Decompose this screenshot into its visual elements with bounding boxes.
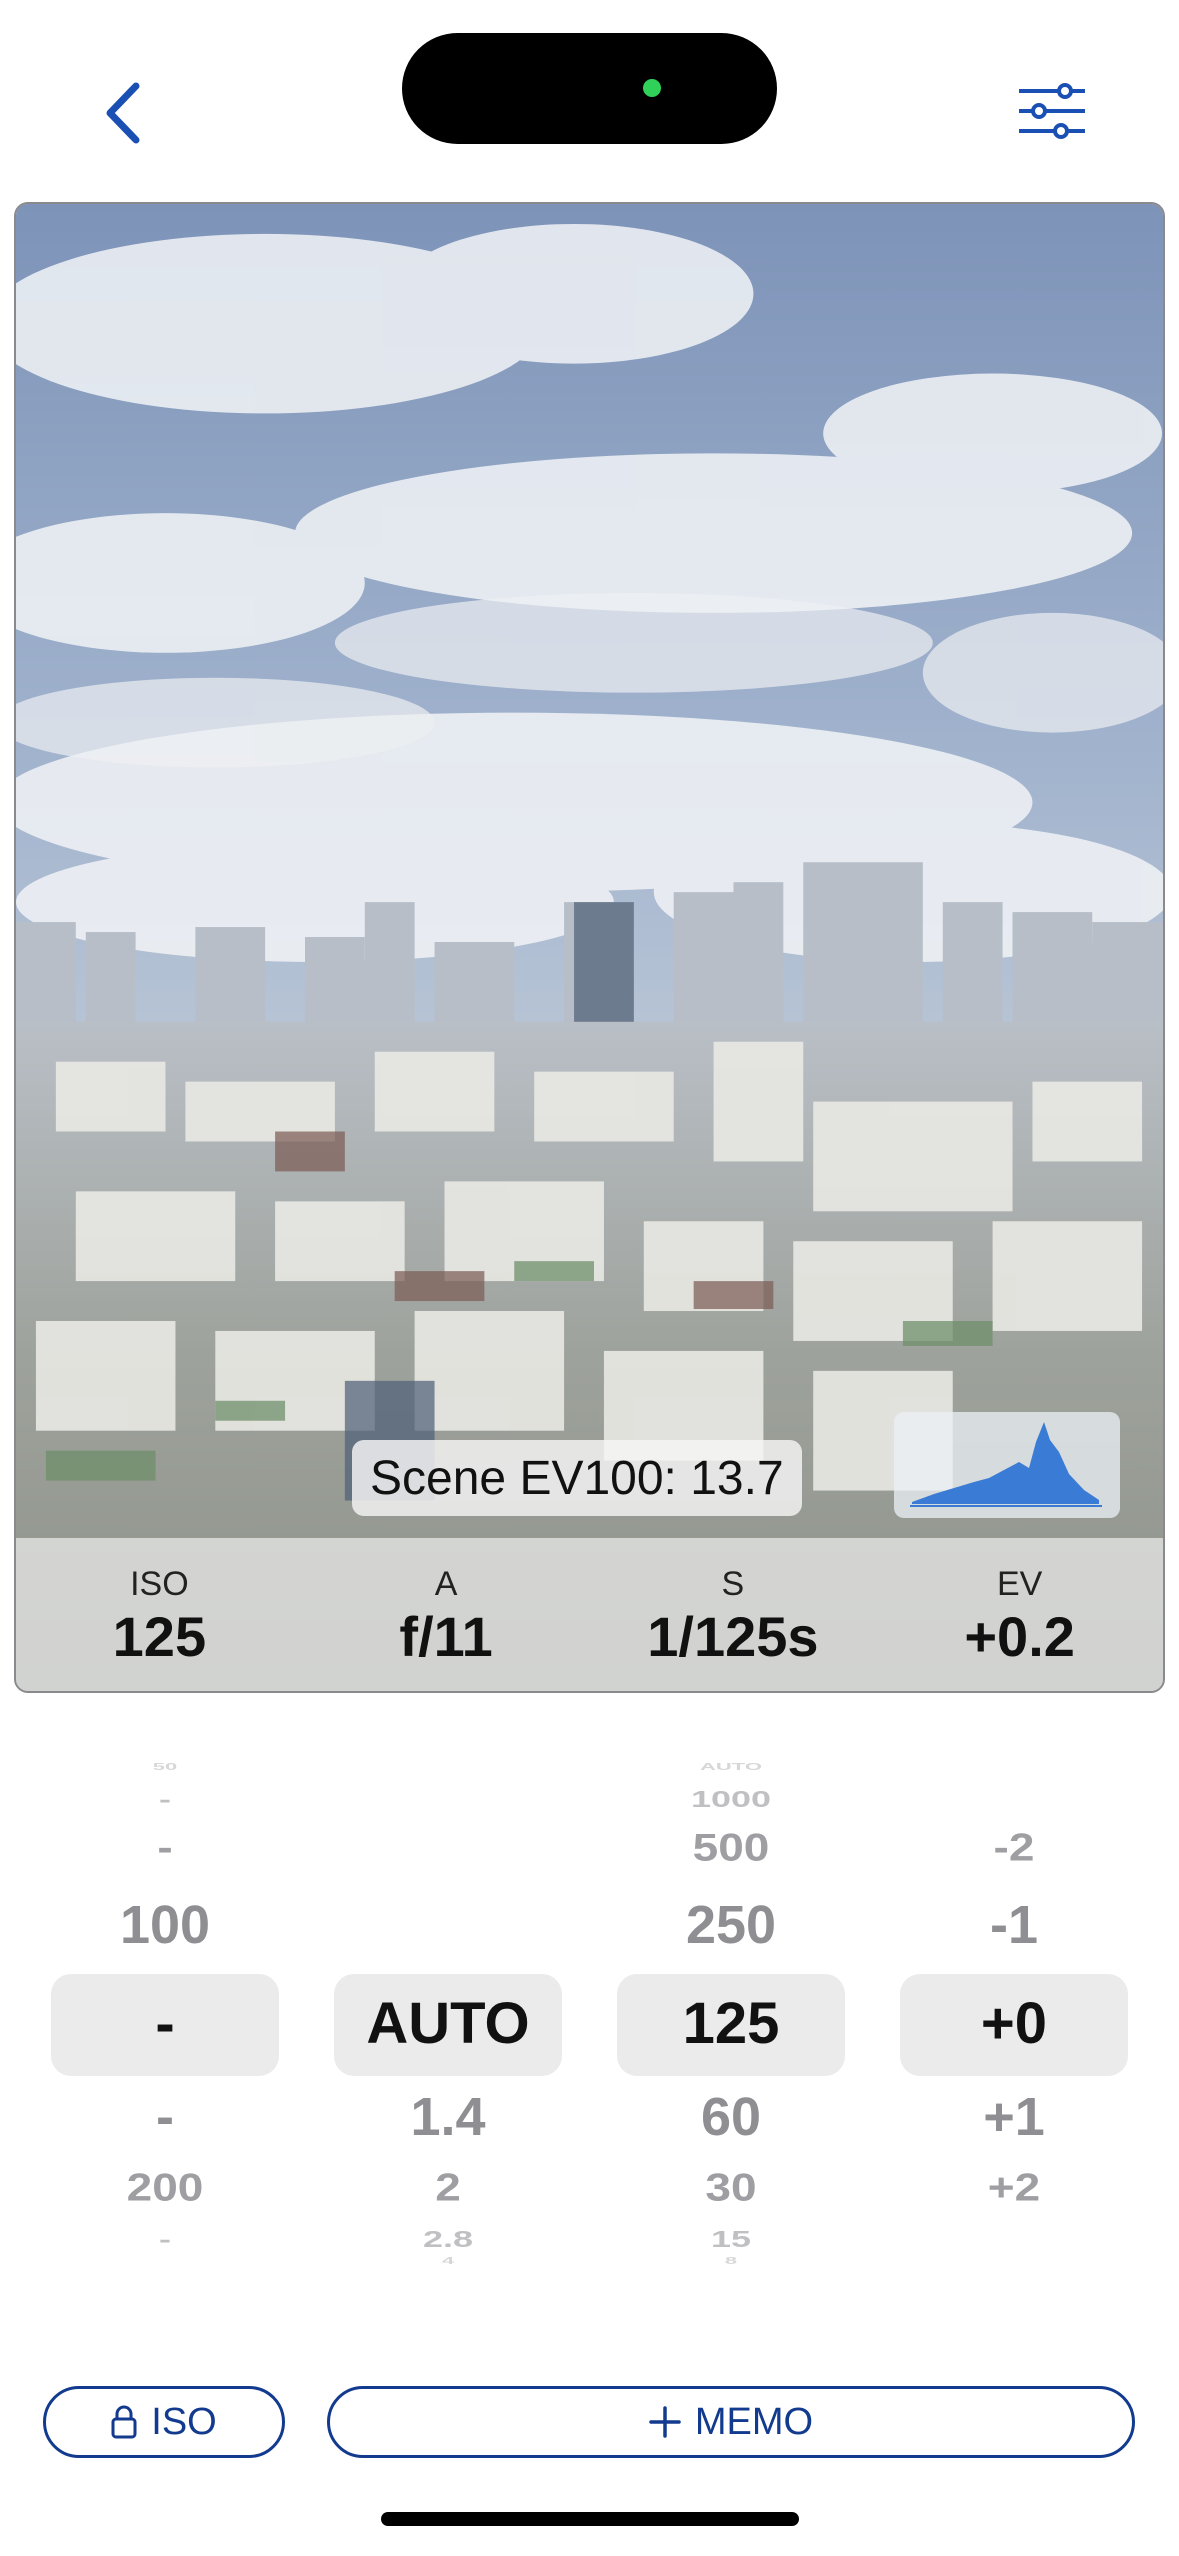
- shutter-wheel[interactable]: AUTO 1000 500 250 125 60 30 15 8: [617, 1740, 845, 2300]
- plus-icon: [649, 2406, 681, 2438]
- wheel-item[interactable]: 1000: [617, 1785, 845, 1812]
- histogram[interactable]: [894, 1412, 1120, 1518]
- wheel-item[interactable]: 1.4: [334, 2086, 562, 2148]
- lock-icon: [111, 2405, 137, 2439]
- wheel-item[interactable]: 100: [51, 1894, 279, 1956]
- wheel-item[interactable]: 250: [617, 1894, 845, 1956]
- readout-iso-label: ISO: [130, 1564, 189, 1603]
- wheel-item[interactable]: 30: [617, 2164, 845, 2210]
- readout-aperture-value: f/11: [399, 1604, 493, 1668]
- camera-viewfinder[interactable]: Scene EV100: 13.7 ISO 125 A f/11 S 1/125…: [14, 202, 1165, 1693]
- wheel-item[interactable]: -: [51, 1785, 279, 1812]
- wheel-item[interactable]: 500: [617, 1824, 845, 1870]
- readout-iso-value: 125: [112, 1604, 207, 1668]
- camera-indicator-dot: [643, 79, 661, 97]
- home-indicator[interactable]: [381, 2512, 799, 2526]
- readout-ev-label: EV: [996, 1564, 1043, 1603]
- wheel-item-selected[interactable]: 125: [617, 1990, 845, 2057]
- wheel-item[interactable]: 2: [334, 2164, 562, 2210]
- wheel-item[interactable]: -2: [900, 1824, 1128, 1870]
- wheel-item-selected[interactable]: -: [51, 1990, 279, 2057]
- wheel-item[interactable]: 2.8: [334, 2225, 562, 2252]
- histogram-chart: [910, 1422, 1102, 1507]
- memo-label: MEMO: [694, 2400, 814, 2443]
- wheel-item[interactable]: 200: [51, 2164, 279, 2210]
- exposure-readout: ISO 125 A f/11 S 1/125s EV +0.2: [16, 1538, 1163, 1691]
- iso-lock-button[interactable]: ISO: [43, 2386, 285, 2458]
- dynamic-island: [402, 33, 777, 144]
- wheel-item[interactable]: -1: [900, 1894, 1128, 1956]
- aperture-wheel[interactable]: AUTO 1.4 2 2.8 4: [334, 1740, 562, 2300]
- readout-aperture[interactable]: A f/11: [303, 1538, 590, 1691]
- ev-wheel[interactable]: -2 -1 +0 +1 +2: [900, 1740, 1128, 2300]
- scene-ev-label: Scene EV100: 13.7: [352, 1440, 802, 1516]
- wheel-item[interactable]: 4: [334, 2255, 562, 2267]
- wheel-item[interactable]: 50: [51, 1761, 279, 1773]
- wheel-item[interactable]: -: [51, 2086, 279, 2148]
- settings-button[interactable]: [1012, 76, 1092, 146]
- readout-aperture-label: A: [434, 1564, 458, 1603]
- wheel-item[interactable]: AUTO: [617, 1761, 845, 1773]
- wheel-item-selected[interactable]: +0: [900, 1990, 1128, 2057]
- iso-wheel[interactable]: 50 - - 100 - - 200 -: [51, 1740, 279, 2300]
- add-memo-button[interactable]: MEMO: [327, 2386, 1135, 2458]
- iso-lock-label: ISO: [151, 2400, 217, 2443]
- wheel-item[interactable]: 15: [617, 2225, 845, 2252]
- back-button[interactable]: [90, 70, 154, 156]
- wheel-item[interactable]: 8: [617, 2255, 845, 2267]
- readout-shutter-value: 1/125s: [647, 1604, 819, 1668]
- readout-ev[interactable]: EV +0.2: [876, 1538, 1163, 1691]
- sliders-icon: [1019, 83, 1085, 139]
- wheel-item[interactable]: +2: [900, 2164, 1128, 2210]
- readout-ev-value: +0.2: [964, 1604, 1075, 1668]
- wheel-item[interactable]: -: [51, 1824, 279, 1870]
- exposure-pickers: 50 - - 100 - - 200 - AUTO 1.4 2 2.8 4 AU…: [0, 1740, 1179, 2300]
- readout-shutter-label: S: [721, 1564, 745, 1603]
- wheel-item[interactable]: +1: [900, 2086, 1128, 2148]
- wheel-item-selected[interactable]: AUTO: [334, 1990, 562, 2057]
- readout-iso[interactable]: ISO 125: [16, 1538, 303, 1691]
- chevron-left-icon: [106, 82, 140, 144]
- wheel-item[interactable]: 60: [617, 2086, 845, 2148]
- readout-shutter[interactable]: S 1/125s: [590, 1538, 877, 1691]
- wheel-item[interactable]: -: [51, 2225, 279, 2252]
